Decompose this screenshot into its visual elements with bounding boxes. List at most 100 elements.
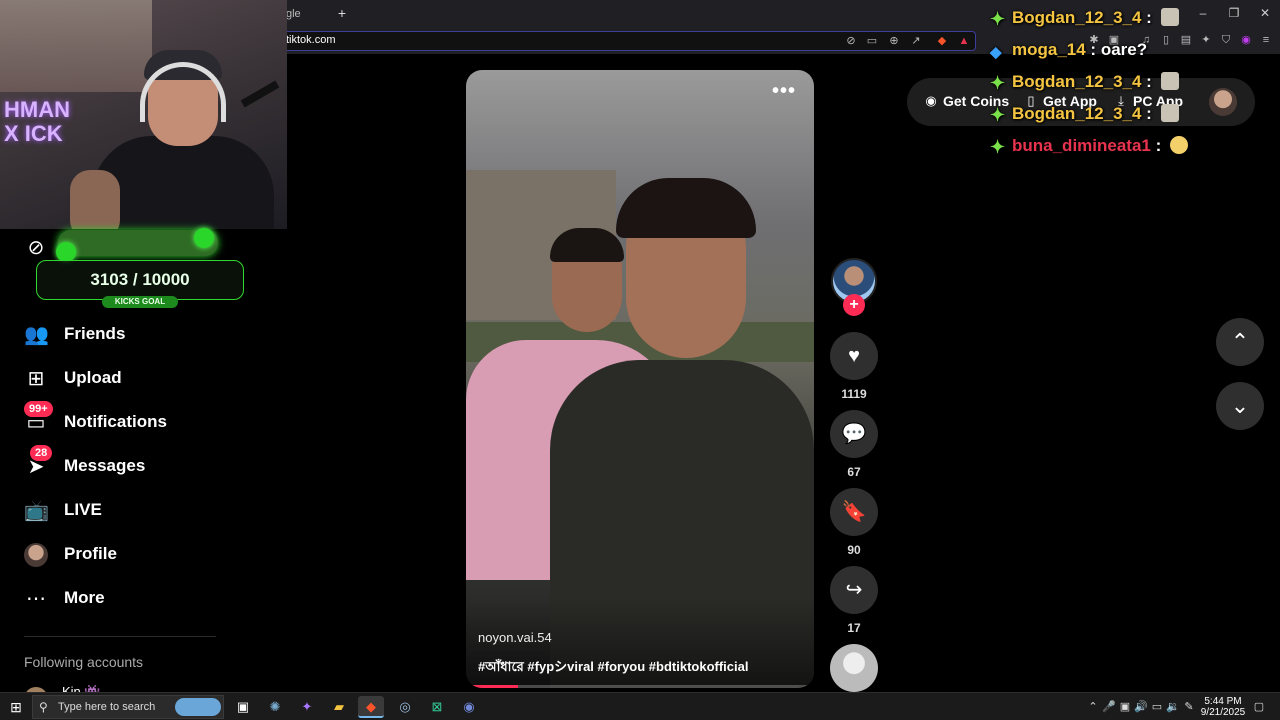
live-tv-icon: 📺: [24, 500, 49, 522]
taskbar-clock[interactable]: 5:44 PM 9/21/2025: [1196, 696, 1250, 718]
pen-icon[interactable]: ✎: [1182, 700, 1196, 714]
tray-overflow-icon[interactable]: ⌃: [1086, 700, 1100, 714]
brave-browser-icon[interactable]: ◆: [358, 696, 384, 718]
emote-icon: [1160, 104, 1179, 122]
video-actions: + ♥ 1119 💬 67 🔖 90 ↪ 17: [828, 256, 880, 692]
star-badge-icon: ✦: [990, 9, 1006, 29]
notifications-badge: 99+: [24, 401, 53, 417]
chat-username: moga_14: [1012, 40, 1086, 59]
url-text[interactable]: tiktok.com: [286, 34, 336, 46]
chat-message: ✦ Bogdan_12_3_4 :: [990, 8, 1179, 34]
sidebar-item-profile[interactable]: Profile: [20, 539, 220, 571]
sidebar-item-label: Friends: [64, 324, 126, 343]
speaker-icon[interactable]: 🔉: [1166, 700, 1180, 714]
heart-icon: ♥: [848, 345, 860, 367]
emoji-face-icon: [1169, 136, 1188, 154]
clock-date: 9/21/2025: [1200, 707, 1246, 718]
webcam-overlay: HMAN X ICK: [0, 0, 287, 229]
cast-icon[interactable]: ▭: [865, 34, 879, 48]
following-accounts-title: Following accounts: [24, 654, 144, 670]
like-button[interactable]: ♥: [830, 332, 878, 380]
sidebar-item-label: Messages: [64, 456, 146, 475]
chat-text: oare?: [1100, 40, 1148, 59]
chat-username: Bogdan_12_3_4: [1012, 8, 1142, 27]
xbox-icon[interactable]: ⊠: [424, 696, 450, 718]
share-arrow-icon: ↪: [845, 579, 863, 601]
video-progress-fill: [466, 685, 519, 688]
profile-avatar: [24, 543, 48, 567]
discord-icon[interactable]: ◉: [456, 696, 482, 718]
task-view-icon[interactable]: ▣: [230, 696, 256, 718]
copilot-app-icon[interactable]: ✦: [294, 696, 320, 718]
video-caption[interactable]: #আঁধারে #fypシviral #foryou #bdtiktokoffi…: [478, 656, 748, 679]
search-icon: ⚲: [39, 700, 48, 714]
brave-rewards-icon[interactable]: ▲: [957, 34, 971, 48]
sidebar-item-more[interactable]: ⋯ More: [20, 583, 220, 615]
search-placeholder: Type here to search: [58, 701, 156, 713]
sidebar-item-label: More: [64, 588, 105, 607]
star-badge-icon: ✦: [990, 137, 1006, 157]
sidebar-item-notifications[interactable]: ▭ 99+ Notifications: [20, 401, 220, 439]
sidebar-item-live[interactable]: 📺 LIVE: [20, 495, 220, 527]
notification-center-icon[interactable]: ▢: [1252, 700, 1266, 714]
streamer: [70, 40, 280, 229]
reader-off-icon[interactable]: ⊘: [844, 34, 858, 48]
chat-message: ✦ Bogdan_12_3_4 :: [990, 104, 1179, 130]
share-count: 17: [847, 621, 861, 635]
video-progress-bar[interactable]: [466, 685, 814, 688]
microphone-icon[interactable]: 🎤: [1102, 700, 1116, 714]
copilot-icon[interactable]: ✺: [262, 696, 288, 718]
zoom-icon[interactable]: ⊕: [887, 34, 901, 48]
windows-taskbar: ⊞ ⚲ Type here to search ▣ ✺ ✦ ▰ ◆ ◎ ⊠ ◉ …: [0, 692, 1280, 720]
save-button[interactable]: 🔖: [830, 488, 878, 536]
coin-icon: ◉: [925, 93, 937, 108]
star-badge-icon: ✦: [990, 73, 1006, 93]
sidebar-item-messages[interactable]: ➤ 28 Messages: [20, 445, 220, 483]
save-count: 90: [847, 543, 861, 557]
taskbar-search[interactable]: ⚲ Type here to search: [32, 695, 224, 719]
new-tab-button[interactable]: +: [334, 4, 350, 22]
more-dots-icon: ⋯: [26, 588, 46, 610]
video-more-options-icon[interactable]: •••: [772, 81, 796, 102]
chat-username: Bogdan_12_3_4: [1012, 104, 1142, 123]
star-badge-icon: ✦: [990, 105, 1006, 125]
comment-icon: 💬: [841, 423, 867, 445]
share-icon[interactable]: ↗: [909, 34, 923, 48]
screen: gle + – ❐ ✕ tiktok.com ⊘ ▭ ⊕ ↗ ◆ ▲ ✱ ▣ ♫…: [0, 0, 1280, 720]
messages-badge: 28: [30, 445, 53, 461]
like-count: 1119: [841, 387, 867, 401]
bookmark-icon: 🔖: [841, 501, 867, 523]
previous-video-button[interactable]: ⌃: [1216, 318, 1264, 366]
chevron-down-icon: ⌄: [1230, 393, 1250, 418]
music-disc-avatar[interactable]: [830, 644, 878, 692]
chat-username: Bogdan_12_3_4: [1012, 72, 1142, 91]
address-bar[interactable]: tiktok.com ⊘ ▭ ⊕ ↗ ◆ ▲: [270, 31, 976, 51]
search-highlight-image: [175, 698, 221, 716]
video-player[interactable]: ••• noyon.vai.54 #আঁধারে #fypシviral #for…: [466, 70, 814, 688]
steam-icon[interactable]: ◎: [392, 696, 418, 718]
microphone-arm: [240, 80, 280, 108]
neon-sign: HMAN X ICK: [4, 97, 70, 146]
display-icon[interactable]: ▭: [1150, 700, 1164, 714]
sidebar-item-upload[interactable]: ⊞ Upload: [20, 363, 220, 395]
sidebar-item-label: Notifications: [64, 412, 167, 431]
emote-icon: [1160, 72, 1179, 90]
upload-icon: ⊞: [27, 368, 45, 390]
sidebar-item-label: Upload: [64, 368, 122, 387]
brave-shield-icon[interactable]: ◆: [935, 34, 949, 48]
comment-button[interactable]: 💬: [830, 410, 878, 458]
follow-plus-icon[interactable]: +: [843, 294, 865, 316]
windows-start-icon[interactable]: ⊞: [8, 699, 24, 715]
sidebar-item-friends[interactable]: 👥 Friends: [20, 319, 220, 351]
chat-overlay: ✦ Bogdan_12_3_4 : ◆ moga_14 : oare? ✦ Bogda…: [990, 8, 1270, 168]
chevron-up-icon: ⌃: [1230, 329, 1250, 354]
share-button[interactable]: ↪: [830, 566, 878, 614]
next-video-button[interactable]: ⌄: [1216, 382, 1264, 430]
explore-icon[interactable]: ⊘: [24, 236, 48, 260]
sidebar-item-label: Profile: [64, 544, 117, 563]
volume-icon[interactable]: 🔊: [1134, 700, 1148, 714]
file-explorer-icon[interactable]: ▰: [326, 696, 352, 718]
network-icon[interactable]: ▣: [1118, 700, 1132, 714]
sidebar-item-label: LIVE: [64, 500, 102, 519]
video-author[interactable]: noyon.vai.54: [478, 630, 552, 645]
